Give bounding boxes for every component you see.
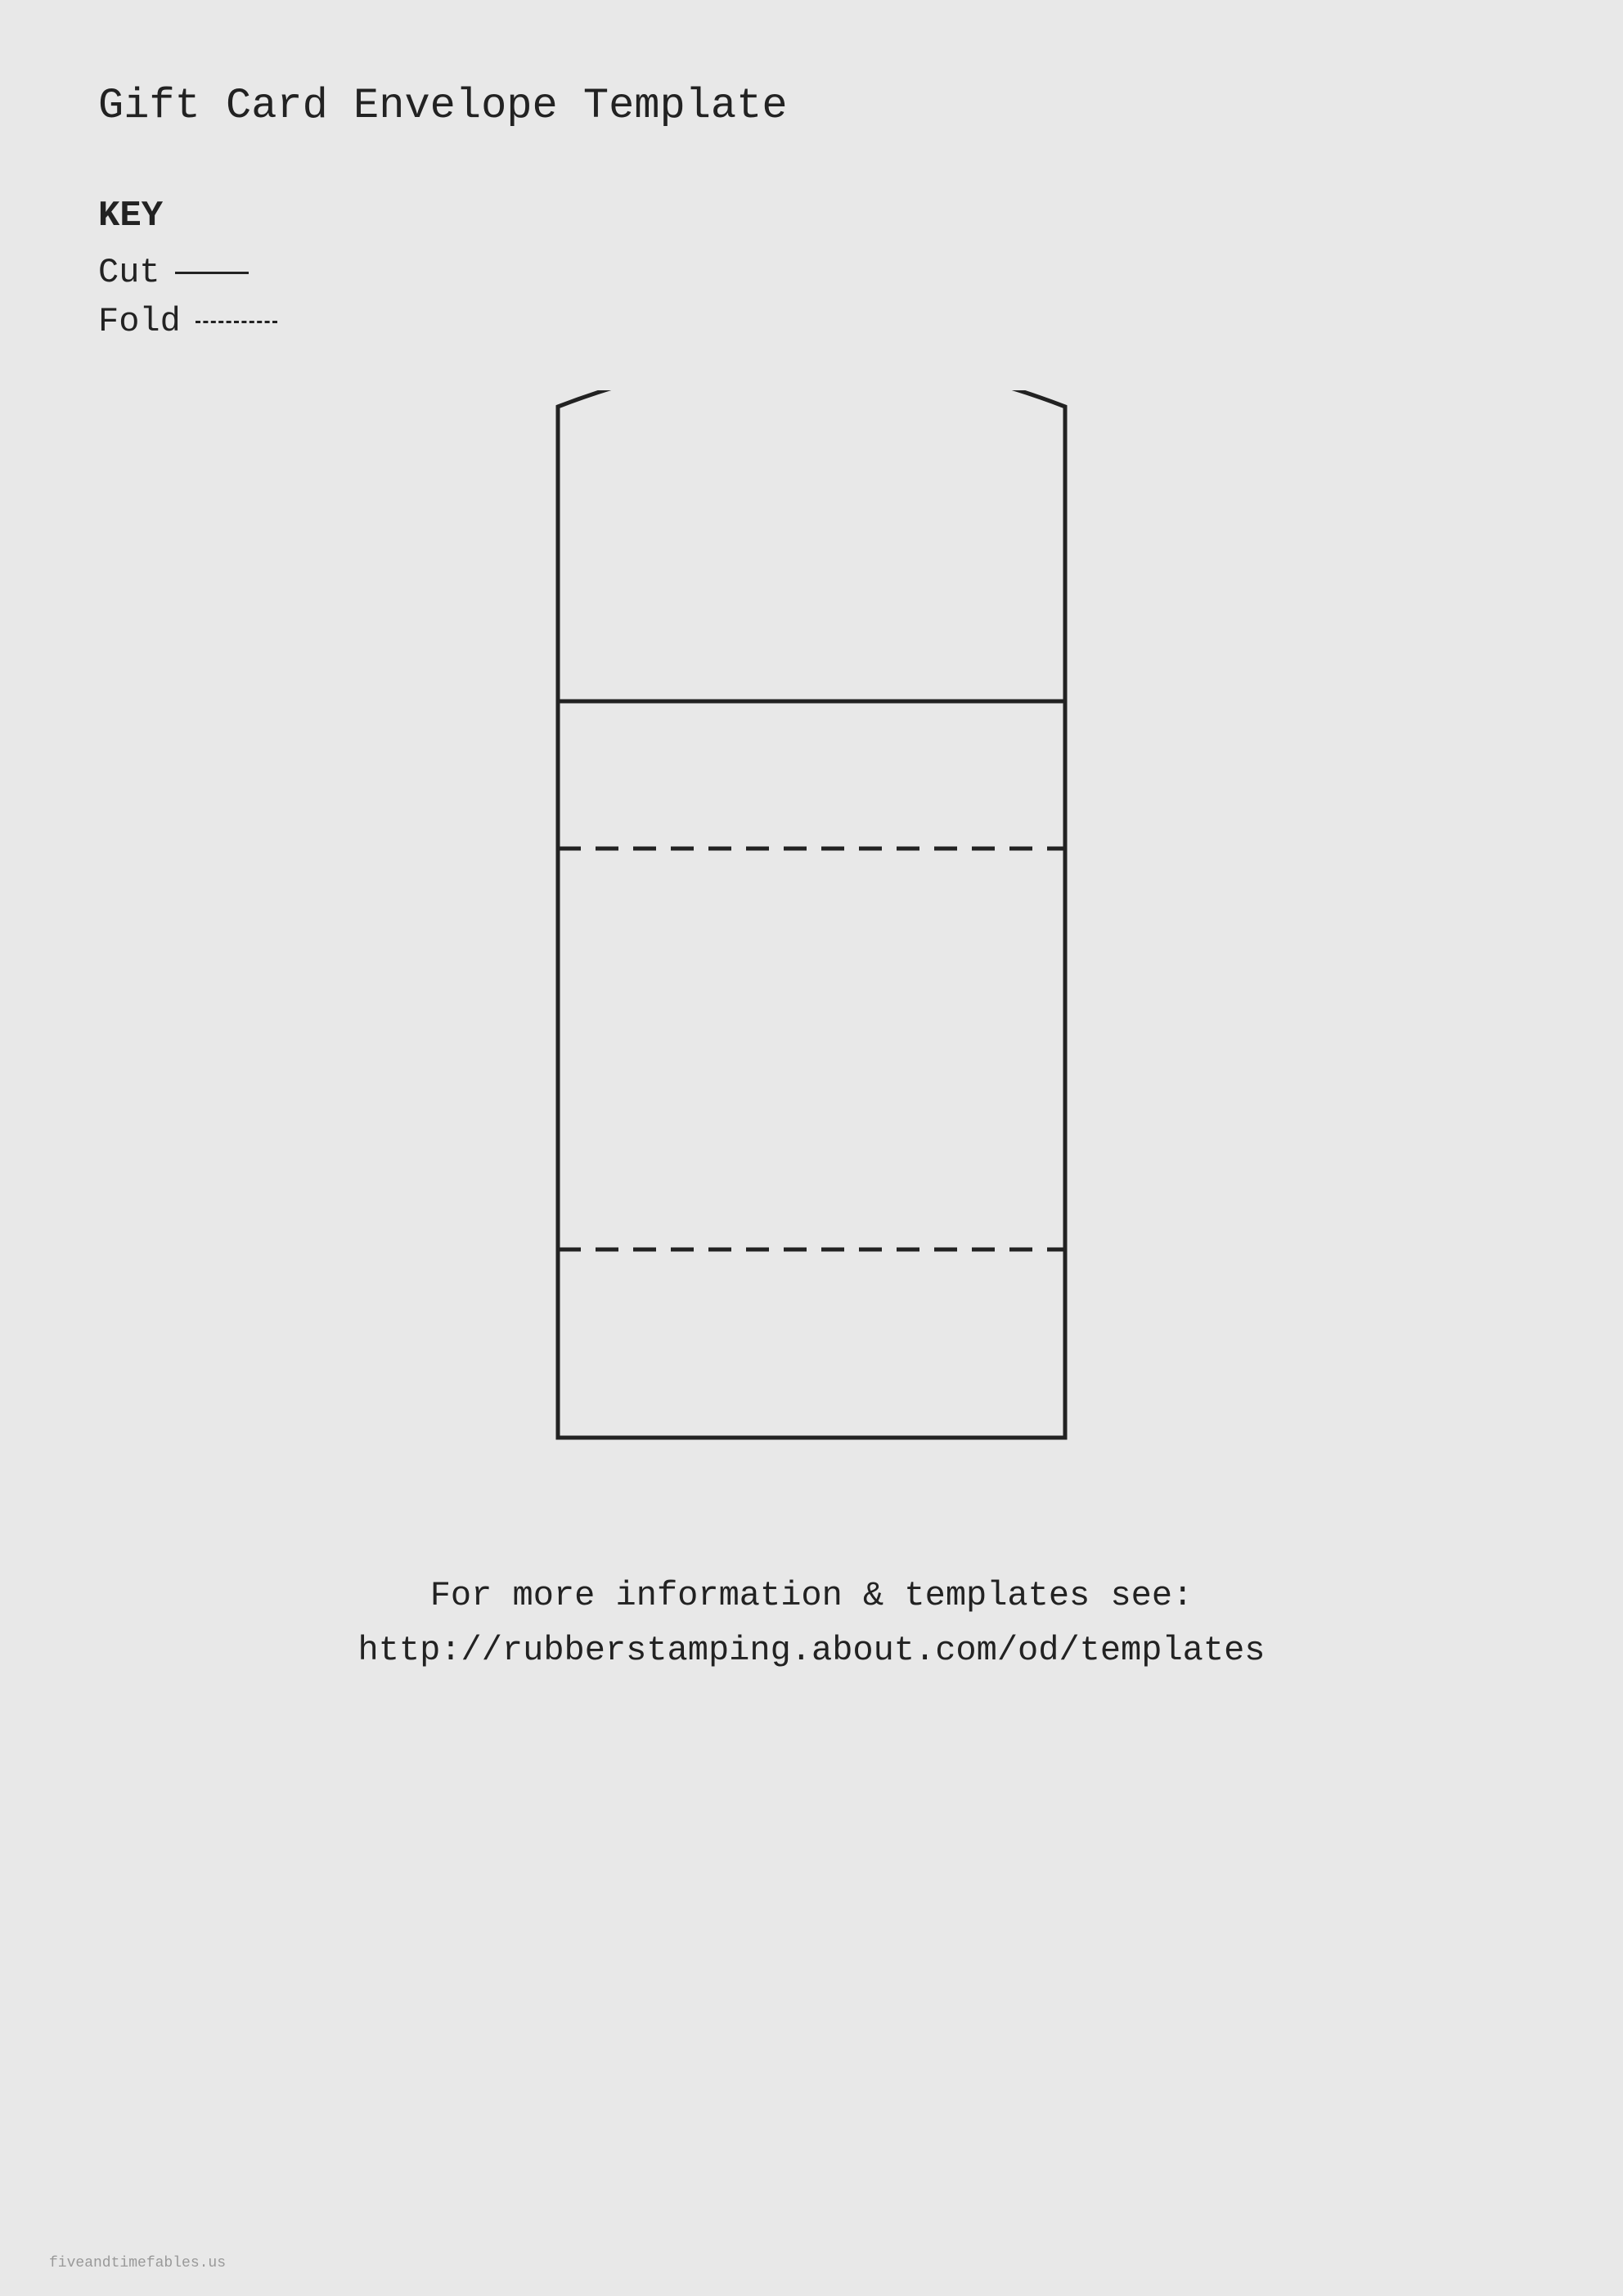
page: Gift Card Envelope Template KEY Cut Fold	[0, 0, 1623, 2296]
watermark: fiveandtimefables.us	[49, 2255, 226, 2271]
page-title: Gift Card Envelope Template	[98, 82, 1525, 130]
cut-key-label: Cut	[98, 253, 160, 292]
envelope-container	[98, 390, 1525, 1487]
fold-key-item: Fold	[98, 302, 1525, 341]
key-section: KEY Cut Fold	[98, 196, 1525, 341]
cut-line-icon	[175, 272, 249, 274]
footer-line2: http://rubberstamping.about.com/od/templ…	[98, 1623, 1525, 1678]
fold-line-icon	[196, 321, 277, 323]
fold-key-label: Fold	[98, 302, 181, 341]
envelope-svg	[411, 390, 1212, 1487]
footer-line1: For more information & templates see:	[98, 1569, 1525, 1623]
envelope-wrapper	[411, 390, 1212, 1487]
cut-key-item: Cut	[98, 253, 1525, 292]
key-label: KEY	[98, 196, 1525, 236]
footer-section: For more information & templates see: ht…	[98, 1569, 1525, 1678]
